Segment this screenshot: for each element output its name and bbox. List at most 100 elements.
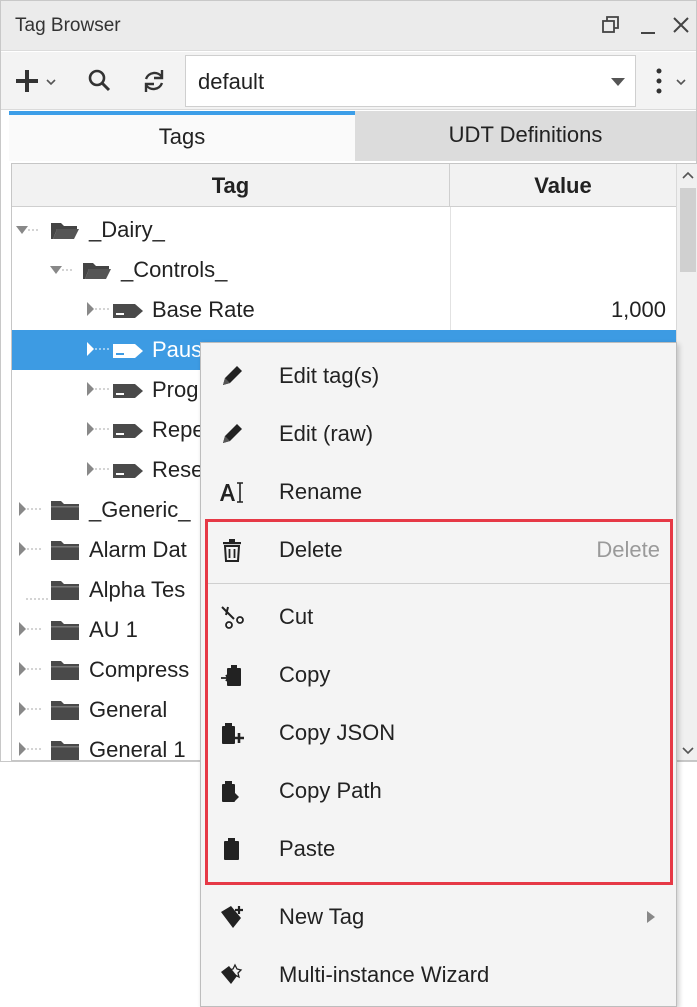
tab-udt-definitions[interactable]: UDT Definitions: [355, 111, 696, 161]
wizard-icon: [219, 962, 245, 988]
pencil-icon: [219, 363, 245, 389]
expand-right-icon[interactable]: [18, 540, 42, 565]
menu-item-label: Edit tag(s): [279, 363, 380, 388]
chevron-down-icon[interactable]: [680, 742, 696, 760]
tree-row-label: Base Rate: [152, 297, 255, 322]
vertical-scrollbar[interactable]: [676, 164, 697, 760]
menu-item-label: Edit (raw): [279, 421, 374, 446]
toolbar: default: [1, 52, 696, 110]
close-icon[interactable]: [669, 11, 693, 39]
tag-icon: [112, 301, 146, 326]
copy-path-icon: [219, 778, 245, 804]
more-options-icon[interactable]: [651, 66, 691, 96]
tree-row-label: Prog: [152, 377, 199, 402]
tree-row[interactable]: Base Rate 1,000: [12, 290, 676, 330]
scrollbar-thumb[interactable]: [680, 188, 696, 272]
column-value[interactable]: Value: [450, 164, 676, 207]
menu-item-edit-tags[interactable]: Edit tag(s): [201, 347, 676, 405]
menu-item-label: Delete: [279, 537, 343, 562]
folder-icon: [50, 658, 80, 687]
search-icon[interactable]: [87, 66, 113, 96]
menu-item-cut[interactable]: Cut: [201, 588, 676, 646]
menu-item-new-tag[interactable]: New Tag: [201, 888, 676, 946]
menu-item-label: Paste: [279, 836, 336, 861]
expand-right-icon[interactable]: [18, 500, 42, 525]
copy-json-icon: [219, 720, 245, 746]
menu-item-label: Copy Path: [279, 778, 382, 803]
tree-connector: [26, 588, 48, 606]
menu-item-copy[interactable]: Copy: [201, 646, 676, 704]
folder-open-icon: [50, 218, 80, 247]
paste-icon: [219, 836, 245, 862]
menu-item-rename[interactable]: Rename: [201, 463, 676, 521]
expand-right-icon[interactable]: [86, 420, 110, 445]
folder-icon: [50, 538, 80, 567]
menu-item-shortcut: Delete: [596, 537, 660, 562]
menu-item-label: New Tag: [279, 904, 365, 929]
trash-icon: [219, 537, 245, 563]
folder-icon: [50, 498, 80, 527]
browser-tabs: Tags UDT Definitions: [9, 111, 696, 161]
menu-item-copy-json[interactable]: Copy JSON: [201, 704, 676, 762]
refresh-icon[interactable]: [141, 66, 167, 96]
tag-icon: [112, 461, 146, 486]
expand-right-icon[interactable]: [86, 460, 110, 485]
menu-item-edit-raw[interactable]: Edit (raw): [201, 405, 676, 463]
expand-right-icon[interactable]: [86, 380, 110, 405]
tree-row-label: _Dairy_: [89, 217, 165, 242]
float-window-icon[interactable]: [599, 11, 623, 39]
menu-item-multi-instance-wizard[interactable]: Multi-instance Wizard: [201, 946, 676, 1004]
tree-row-label: Rese: [152, 457, 204, 482]
column-tag[interactable]: Tag: [12, 164, 450, 207]
copy-icon: [219, 662, 245, 688]
tree-row-label: _Controls_: [121, 257, 228, 282]
folder-icon: [50, 618, 80, 647]
menu-item-copy-path[interactable]: Copy Path: [201, 762, 676, 820]
tree-row-label: Compress: [89, 657, 190, 682]
tree-row-label: Repe: [152, 417, 205, 442]
tree-row-label: General: [89, 697, 168, 722]
menu-item-label: Cut: [279, 604, 314, 629]
chevron-up-icon[interactable]: [680, 166, 696, 184]
context-menu: Edit tag(s) Edit (raw) Rename Delete Del…: [200, 342, 677, 1007]
menu-item-label: Rename: [279, 479, 363, 504]
rename-icon: [219, 479, 245, 505]
expand-right-icon[interactable]: [86, 300, 110, 325]
column-header: Tag Value: [12, 164, 676, 207]
minimize-icon[interactable]: [636, 11, 660, 39]
expand-right-icon[interactable]: [86, 340, 110, 365]
menu-item-label: Multi-instance Wizard: [279, 962, 490, 987]
expand-right-icon[interactable]: [18, 620, 42, 645]
tag-provider-dropdown[interactable]: default: [185, 55, 636, 107]
menu-item-delete[interactable]: Delete Delete: [201, 521, 676, 579]
expand-right-icon[interactable]: [18, 660, 42, 685]
folder-icon: [50, 698, 80, 727]
menu-item-label: Copy: [279, 662, 331, 687]
folder-icon: [50, 578, 80, 607]
expand-down-icon[interactable]: [16, 224, 38, 242]
tree-row-label: Alarm Dat: [89, 537, 187, 562]
expand-right-icon[interactable]: [18, 700, 42, 725]
folder-icon: [50, 738, 80, 760]
tree-row[interactable]: _Controls_: [12, 250, 676, 290]
tree-row-label: Alpha Tes: [89, 577, 186, 602]
menu-item-paste[interactable]: Paste: [201, 820, 676, 878]
chevron-down-icon[interactable]: [609, 70, 627, 95]
tree-row-label: _Generic_: [89, 497, 191, 522]
pencil-icon: [219, 421, 245, 447]
tag-icon: [112, 341, 146, 366]
scissors-icon: [219, 604, 245, 630]
tag-icon: [112, 421, 146, 446]
menu-separator: [205, 583, 672, 584]
tree-row[interactable]: _Dairy_: [12, 210, 676, 250]
tab-tags[interactable]: Tags: [9, 111, 355, 161]
add-tag-button[interactable]: [15, 66, 65, 96]
expand-right-icon[interactable]: [18, 740, 42, 760]
folder-open-icon: [82, 258, 112, 287]
tree-row-value: 1,000: [610, 297, 666, 322]
submenu-arrow-icon: [646, 910, 656, 929]
tree-row-label: AU 1: [89, 617, 138, 642]
expand-down-icon[interactable]: [50, 264, 72, 282]
tag-provider-value: default: [198, 69, 265, 94]
tag-icon: [112, 381, 146, 406]
